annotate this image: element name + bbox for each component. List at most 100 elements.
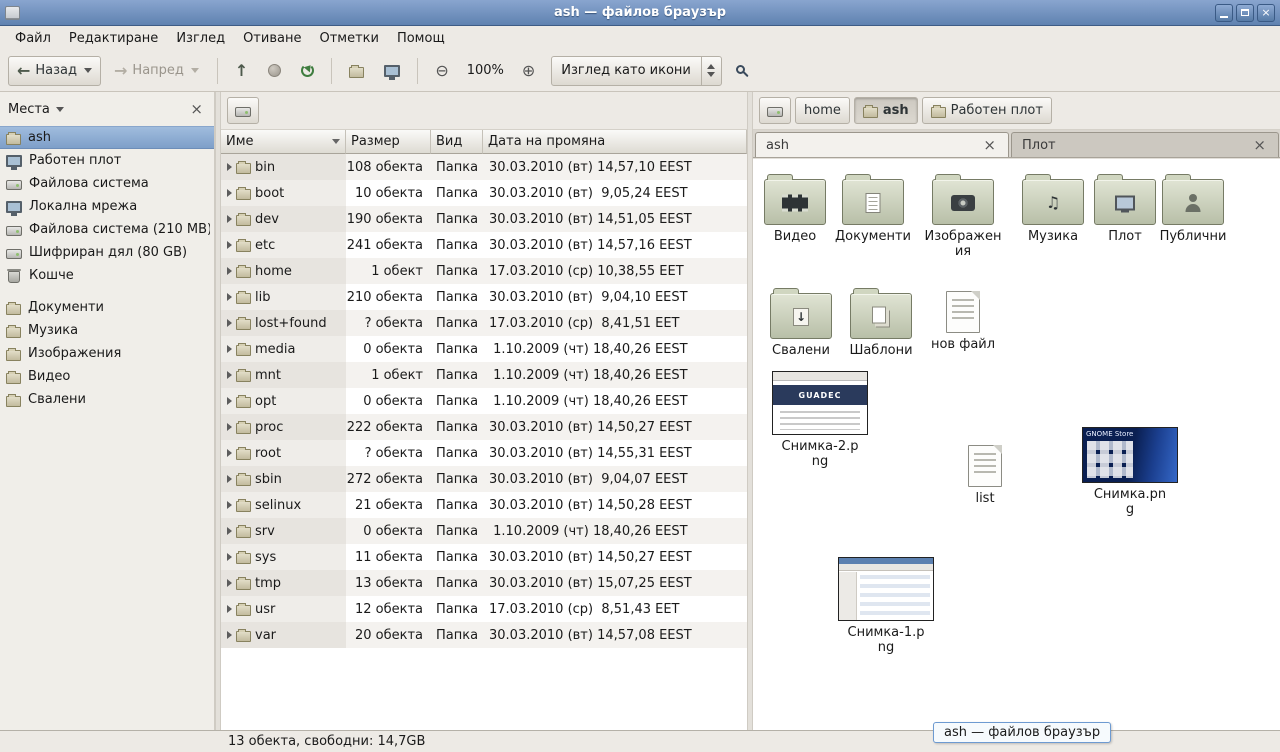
tab-close-icon[interactable]: × bbox=[981, 138, 998, 153]
path-button-home[interactable]: home bbox=[795, 97, 850, 124]
expander-icon[interactable] bbox=[227, 267, 232, 275]
file-item-2[interactable]: Изображения bbox=[921, 173, 1005, 260]
up-button[interactable]: ↑ bbox=[227, 56, 256, 86]
table-row[interactable]: dev190 обектаПапка30.03.2010 (вт) 14,51,… bbox=[221, 206, 747, 232]
file-item-0[interactable]: Видео bbox=[753, 173, 837, 245]
column-header-type[interactable]: Вид bbox=[431, 130, 483, 154]
reload-button[interactable] bbox=[293, 56, 322, 86]
minimize-button[interactable] bbox=[1215, 4, 1233, 22]
view-mode-select[interactable]: Изглед като икони bbox=[551, 56, 722, 86]
back-button[interactable]: ← Назад bbox=[8, 56, 101, 86]
file-item-8[interactable]: нов файл bbox=[921, 287, 1005, 353]
sidebar-item-4[interactable]: Файлова система (210 MB) bbox=[0, 218, 214, 241]
file-item-5[interactable]: Публични bbox=[1151, 173, 1235, 245]
forward-button[interactable]: → Напред bbox=[105, 56, 208, 86]
sidebar-item-10[interactable]: Изображения bbox=[0, 342, 214, 365]
table-row[interactable]: media0 обектаПапка 1.10.2009 (чт) 18,40,… bbox=[221, 336, 747, 362]
expander-icon[interactable] bbox=[227, 527, 232, 535]
expander-icon[interactable] bbox=[227, 449, 232, 457]
expander-icon[interactable] bbox=[227, 501, 232, 509]
sidebar-item-0[interactable]: ash bbox=[0, 126, 214, 149]
icon-canvas[interactable]: ВидеоДокументиИзображения♫МузикаПлотПубл… bbox=[753, 158, 1280, 730]
expander-icon[interactable] bbox=[227, 319, 232, 327]
table-row[interactable]: tmp13 обектаПапка30.03.2010 (вт) 15,07,2… bbox=[221, 570, 747, 596]
path-button-ash[interactable]: ash bbox=[854, 97, 918, 124]
file-item-12[interactable]: Снимка-1.png bbox=[831, 557, 941, 656]
table-row[interactable]: srv0 обектаПапка 1.10.2009 (чт) 18,40,26… bbox=[221, 518, 747, 544]
table-row[interactable]: usr12 обектаПапка17.03.2010 (ср) 8,51,43… bbox=[221, 596, 747, 622]
menu-file[interactable]: Файл bbox=[6, 28, 60, 49]
home-button[interactable] bbox=[341, 56, 372, 86]
expander-icon[interactable] bbox=[227, 475, 232, 483]
table-row[interactable]: boot10 обектаПапка30.03.2010 (вт) 9,05,2… bbox=[221, 180, 747, 206]
table-row[interactable]: lib210 обектаПапка30.03.2010 (вт) 9,04,1… bbox=[221, 284, 747, 310]
menu-help[interactable]: Помощ bbox=[388, 28, 454, 49]
table-row[interactable]: var20 обектаПапка30.03.2010 (вт) 14,57,0… bbox=[221, 622, 747, 648]
expander-icon[interactable] bbox=[227, 605, 232, 613]
expander-icon[interactable] bbox=[227, 631, 232, 639]
expander-icon[interactable] bbox=[227, 163, 232, 171]
table-row[interactable]: mnt1 обектПапка 1.10.2009 (чт) 18,40,26 … bbox=[221, 362, 747, 388]
path-root-button[interactable] bbox=[759, 97, 791, 124]
places-dropdown-icon[interactable] bbox=[56, 107, 64, 112]
column-header-date[interactable]: Дата на промяна bbox=[483, 130, 747, 154]
sidebar-item-2[interactable]: Файлова система bbox=[0, 172, 214, 195]
sidebar-item-5[interactable]: Шифриран дял (80 GB) bbox=[0, 241, 214, 264]
table-row[interactable]: sys11 обектаПапка30.03.2010 (вт) 14,50,2… bbox=[221, 544, 747, 570]
expander-icon[interactable] bbox=[227, 215, 232, 223]
expander-icon[interactable] bbox=[227, 345, 232, 353]
expander-icon[interactable] bbox=[227, 423, 232, 431]
close-button[interactable]: × bbox=[1257, 4, 1275, 22]
menu-go[interactable]: Отиване bbox=[234, 28, 310, 49]
table-row[interactable]: opt0 обектаПапка 1.10.2009 (чт) 18,40,26… bbox=[221, 388, 747, 414]
column-header-name[interactable]: Име bbox=[221, 130, 346, 154]
expander-icon[interactable] bbox=[227, 579, 232, 587]
table-row[interactable]: root? обектаПапка30.03.2010 (вт) 14,55,3… bbox=[221, 440, 747, 466]
expander-icon[interactable] bbox=[227, 241, 232, 249]
menu-edit[interactable]: Редактиране bbox=[60, 28, 167, 49]
tab-plot[interactable]: Плот × bbox=[1011, 132, 1279, 157]
table-row[interactable]: proc222 обектаПапка30.03.2010 (вт) 14,50… bbox=[221, 414, 747, 440]
tab-ash[interactable]: ash × bbox=[755, 132, 1009, 157]
menu-bookmarks[interactable]: Отметки bbox=[310, 28, 387, 49]
table-row[interactable]: etc241 обектаПапка30.03.2010 (вт) 14,57,… bbox=[221, 232, 747, 258]
sidebar-item-11[interactable]: Видео bbox=[0, 365, 214, 388]
sidebar-item-9[interactable]: Музика bbox=[0, 319, 214, 342]
column-header-size[interactable]: Размер bbox=[346, 130, 431, 154]
table-row[interactable]: bin108 обектаПапка30.03.2010 (вт) 14,57,… bbox=[221, 154, 747, 180]
maximize-button[interactable] bbox=[1236, 4, 1254, 22]
forward-dropdown-icon[interactable] bbox=[191, 68, 199, 73]
table-row[interactable]: selinux21 обектаПапка30.03.2010 (вт) 14,… bbox=[221, 492, 747, 518]
zoom-in-button[interactable]: ⊕ bbox=[514, 56, 543, 86]
expander-icon[interactable] bbox=[227, 189, 232, 197]
expander-icon[interactable] bbox=[227, 553, 232, 561]
sidebar-close-button[interactable]: × bbox=[187, 100, 206, 118]
expander-icon[interactable] bbox=[227, 397, 232, 405]
expander-icon[interactable] bbox=[227, 371, 232, 379]
zoom-out-button[interactable]: ⊖ bbox=[427, 56, 456, 86]
table-row[interactable]: home1 обектПапка17.03.2010 (ср) 10,38,55… bbox=[221, 258, 747, 284]
file-item-11[interactable]: GNOME StoreСнимка.png bbox=[1075, 427, 1185, 518]
file-item-10[interactable]: list bbox=[943, 441, 1027, 507]
table-row[interactable]: sbin272 обектаПапка30.03.2010 (вт) 9,04,… bbox=[221, 466, 747, 492]
search-button[interactable] bbox=[726, 56, 757, 86]
file-item-9[interactable]: GUADECСнимка-2.png bbox=[765, 371, 875, 470]
sidebar-item-12[interactable]: Свалени bbox=[0, 388, 214, 411]
sidebar-item-6[interactable]: Кошче bbox=[0, 264, 214, 287]
stop-button[interactable] bbox=[260, 56, 289, 86]
file-item-6[interactable]: ↓Свалени bbox=[759, 287, 843, 359]
places-label[interactable]: Места bbox=[8, 102, 50, 117]
expander-icon[interactable] bbox=[227, 293, 232, 301]
table-row[interactable]: lost+found? обектаПапка17.03.2010 (ср) 8… bbox=[221, 310, 747, 336]
file-item-7[interactable]: Шаблони bbox=[839, 287, 923, 359]
back-dropdown-icon[interactable] bbox=[84, 68, 92, 73]
sidebar-item-1[interactable]: Работен плот bbox=[0, 149, 214, 172]
tab-close-icon[interactable]: × bbox=[1251, 138, 1268, 153]
sidebar-item-8[interactable]: Документи bbox=[0, 296, 214, 319]
sidebar-item-3[interactable]: Локална мрежа bbox=[0, 195, 214, 218]
file-item-1[interactable]: Документи bbox=[831, 173, 915, 245]
menu-view[interactable]: Изглед bbox=[167, 28, 234, 49]
path-button-desktop[interactable]: Работен плот bbox=[922, 97, 1052, 124]
titlebar[interactable]: ash — файлов браузър × bbox=[0, 0, 1280, 26]
computer-button[interactable] bbox=[376, 56, 408, 86]
